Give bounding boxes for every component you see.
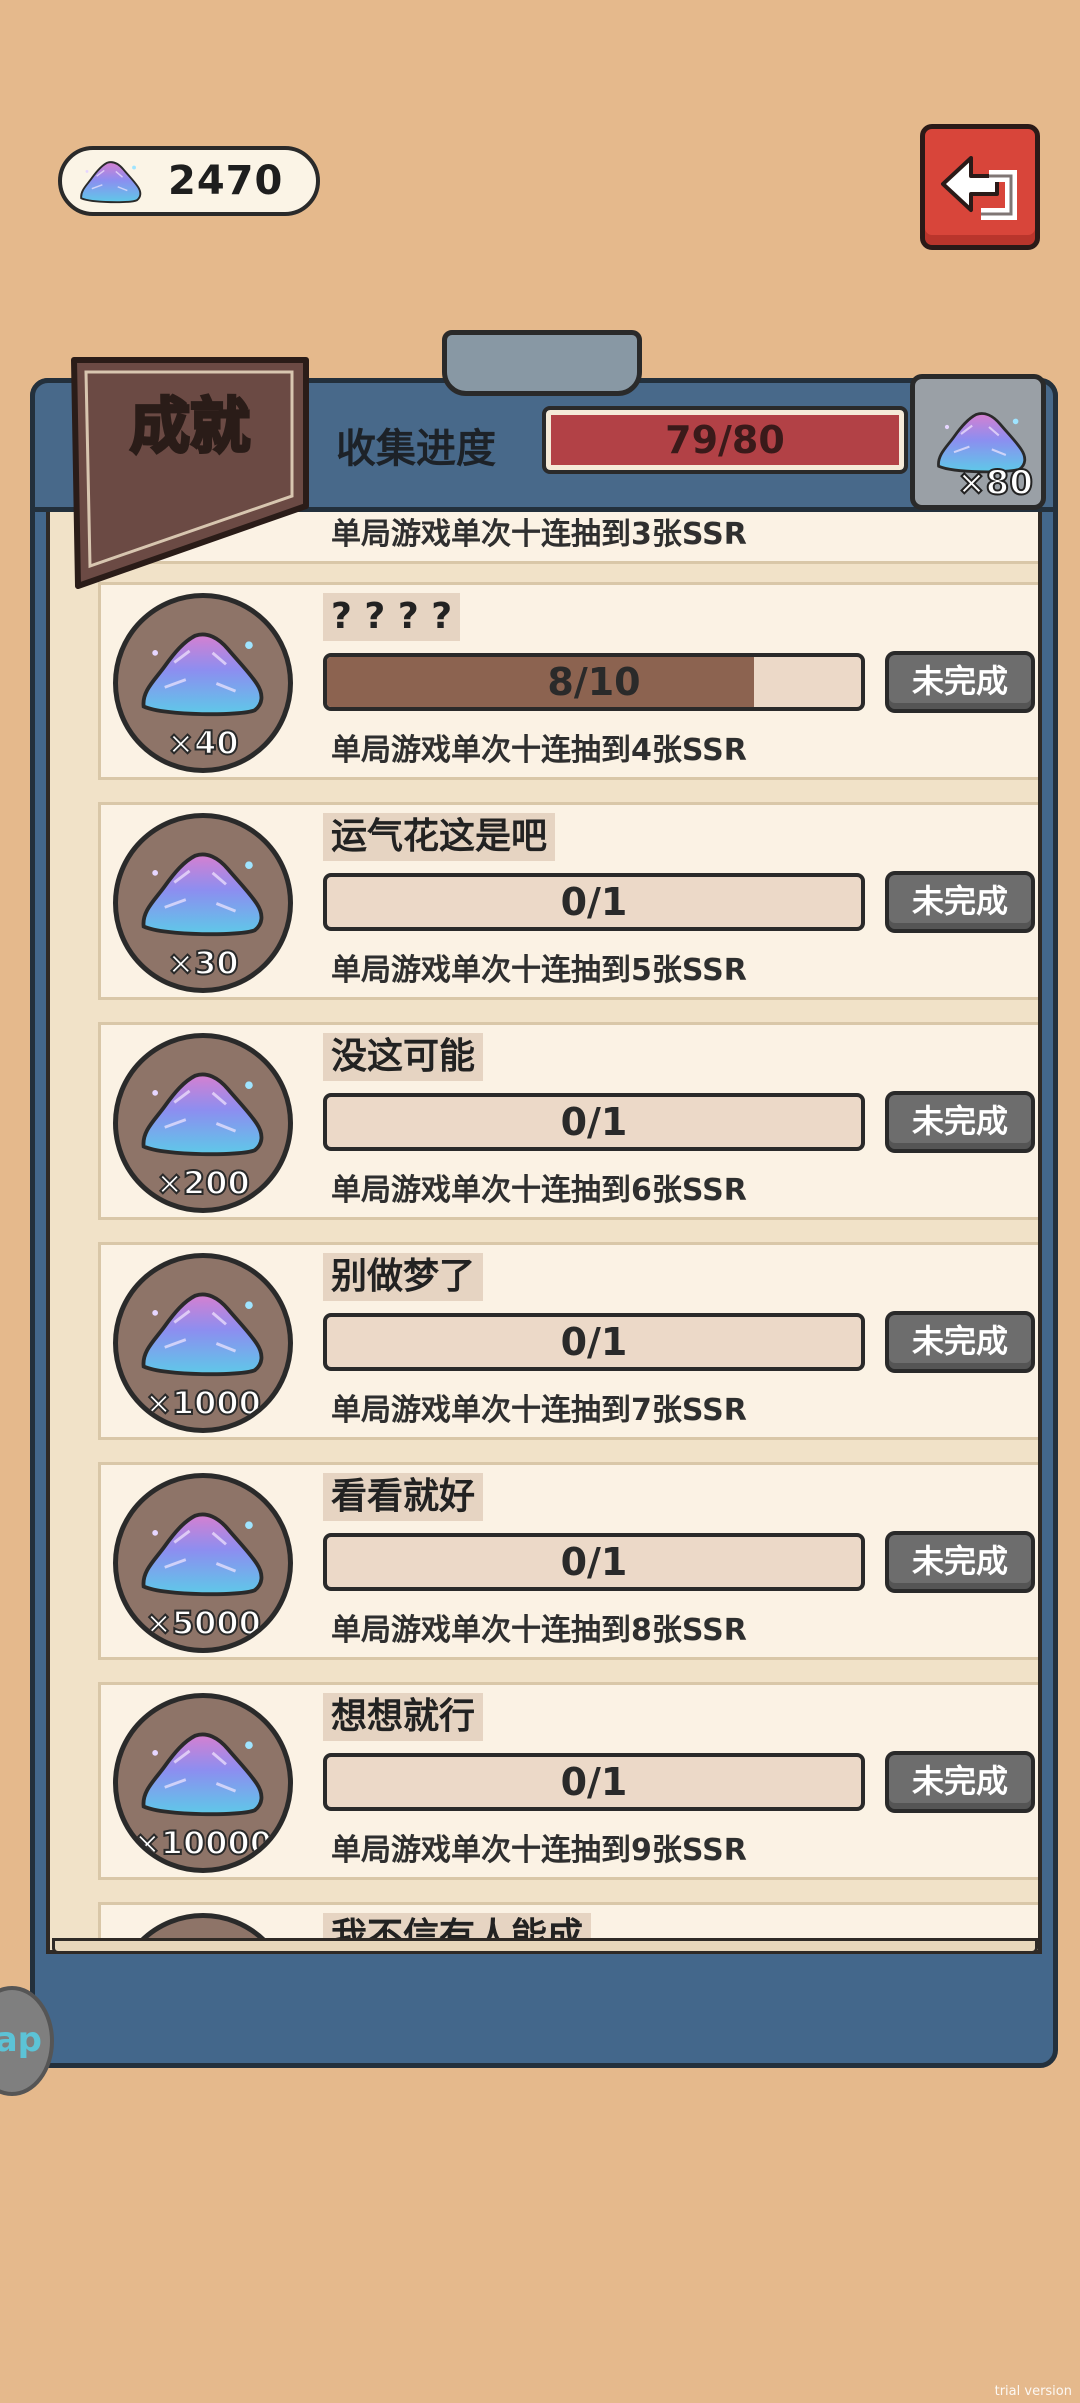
reward-medal: ×30 [113,813,293,993]
back-button[interactable] [920,124,1040,250]
collection-progress-label: 收集进度 [336,426,496,472]
progress-text: 0/1 [560,1760,628,1804]
status-button[interactable]: 未完成 [885,1751,1035,1813]
reward-amount: ×10000 [133,1823,273,1863]
currency-amount: 2470 [168,158,284,204]
achievement-progress: 0/1 [323,1533,865,1591]
achievement-desc: 单局游戏单次十连抽到6张SSR [331,1173,747,1208]
progress-text: 0/1 [560,1100,628,1144]
achievement-name: 没这可能 [323,1033,484,1081]
status-button[interactable]: 未完成 [885,871,1035,933]
board-clip [442,330,642,396]
status-button[interactable]: 未完成 [885,1091,1035,1153]
achievement-progress: 0/1 [323,1093,865,1151]
crystal-gem-icon [136,1722,270,1822]
status-button[interactable]: 未完成 [885,1531,1035,1593]
achievement-progress: 0/1 [323,873,865,931]
achievement-name: ? ? ? ? [323,593,461,641]
achievement-desc: 单局游戏单次十连抽到5张SSR [331,953,747,988]
list-item: ×200 没这可能 0/1 未完成 单局游戏单次十连抽到6张SSR [98,1022,1038,1220]
achievement-desc: 单局游戏单次十连抽到4张SSR [331,733,747,768]
progress-text: 8/10 [547,660,641,704]
achievement-list[interactable]: 单局游戏单次十连抽到3张SSR ×40 ? ? ? ? 8/10 未完成 单局游… [46,480,1042,1954]
collection-progress-bar: 79/80 [542,406,908,474]
achievement-progress: 0/1 [323,1313,865,1371]
reward-amount: ×200 [155,1163,251,1203]
list-item: ×5000 看看就好 0/1 未完成 单局游戏单次十连抽到8张SSR [98,1462,1038,1660]
crystal-gem-icon [136,842,270,942]
achievement-desc: 单局游戏单次十连抽到7张SSR [331,1393,747,1428]
list-item: ×10000 想想就行 0/1 未完成 单局游戏单次十连抽到9张SSR [98,1682,1038,1880]
reward-medal: ×5000 [113,1473,293,1653]
crystal-gem-icon [136,622,270,722]
achievement-progress: 0/1 [323,1753,865,1811]
progress-text: 0/1 [560,1320,628,1364]
list-item: ×30 运气花这是吧 0/1 未完成 单局游戏单次十连抽到5张SSR [98,802,1038,1000]
achievement-progress: 8/10 [323,653,865,711]
page-title: 成就 [129,391,252,464]
crystal-gem-icon [136,1062,270,1162]
status-button[interactable]: 未完成 [885,1311,1035,1373]
collection-reward-count: ×80 [956,462,1034,504]
watermark: trial version [994,2384,1072,2399]
achievement-desc: 单局游戏单次十连抽到3张SSR [331,517,747,552]
reward-medal: ×1000 [113,1253,293,1433]
status-button[interactable]: 未完成 [885,651,1035,713]
reward-amount: ×1000 [144,1383,262,1423]
achievement-desc: 单局游戏单次十连抽到8张SSR [331,1613,747,1648]
reward-amount: ×30 [166,943,239,983]
collection-progress-text: 79/80 [665,418,785,462]
crystal-gem-icon [136,1282,270,1382]
list-item: ×40 ? ? ? ? 8/10 未完成 单局游戏单次十连抽到4张SSR [98,582,1038,780]
achievement-name: 别做梦了 [323,1253,484,1301]
crystal-gem-icon [76,157,146,205]
reward-amount: ×40 [166,723,239,763]
achievement-name: 运气花这是吧 [323,813,556,861]
crystal-gem-icon [136,1502,270,1602]
progress-text: 0/1 [560,880,628,924]
collection-reward[interactable]: ×80 [910,374,1046,510]
reward-amount: ×5000 [144,1603,262,1643]
progress-text: 0/1 [560,1540,628,1584]
currency-counter: 2470 [58,146,320,216]
paper-edge [52,1938,1038,1954]
reward-medal: ×200 [113,1033,293,1213]
achievement-desc: 单局游戏单次十连抽到9张SSR [331,1833,747,1868]
reward-medal: ×10000 [113,1693,293,1873]
achievement-name: 想想就行 [323,1693,484,1741]
achievement-name: 看看就好 [323,1473,484,1521]
return-arrow-icon [941,156,1017,220]
reward-medal: ×40 [113,593,293,773]
list-item: ×1000 别做梦了 0/1 未完成 单局游戏单次十连抽到7张SSR [98,1242,1038,1440]
